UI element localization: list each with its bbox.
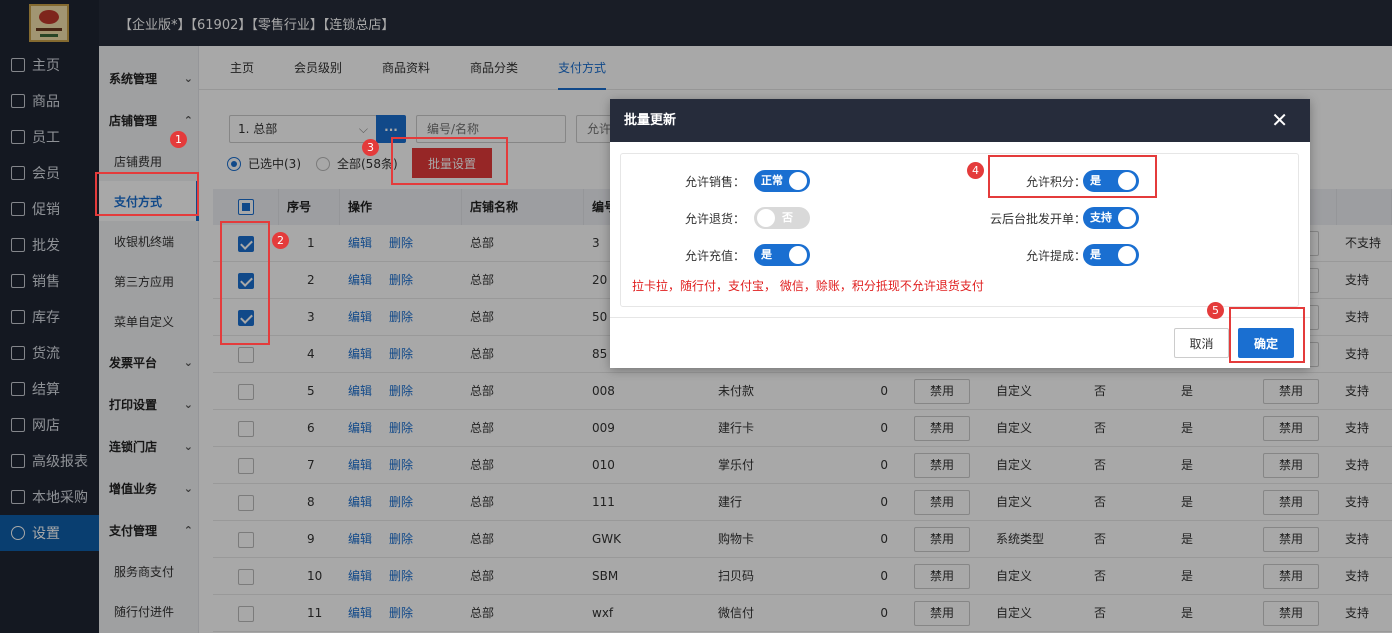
toggle-switch-2[interactable]: 否: [754, 207, 810, 229]
dialog-body: 允许销售： 正常 允许积分：是允许退货：否云后台批发开单： 支持 允许充值：是允许提成：…: [620, 153, 1299, 307]
cancel-button[interactable]: 取消: [1174, 328, 1229, 358]
field-label-5: 允许提成：: [1025, 249, 1086, 263]
toggle-switch-0[interactable]: 正常: [754, 170, 810, 192]
dialog-title: 批量更新: [624, 113, 677, 128]
close-icon[interactable]: ✕: [1271, 99, 1288, 142]
highlight-checked-rows: [220, 221, 270, 345]
field-label-2: 允许退货：: [684, 212, 745, 226]
field-label-3: 云后台批发开单：: [989, 212, 1086, 226]
toggle-switch-5[interactable]: 是: [1083, 244, 1139, 266]
field-label-4: 允许充值：: [684, 249, 745, 263]
toggle-value: 是: [761, 248, 772, 261]
toggle-value: 是: [1090, 248, 1101, 261]
annotation-badge-2: 2: [272, 232, 289, 249]
dialog-footer-divider: [610, 317, 1310, 318]
batch-update-dialog: 批量更新 ✕ 允许销售： 正常 允许积分：是允许退货：否云后台批发开单： 支持 允许充值：…: [610, 99, 1310, 368]
toggle-switch-4[interactable]: 是: [754, 244, 810, 266]
toggle-value: 否: [782, 211, 793, 224]
highlight-payment-method: [95, 172, 199, 216]
toggle-knob-icon: [1118, 246, 1136, 264]
annotation-badge-1: 1: [170, 131, 187, 148]
toggle-knob-icon: [789, 172, 807, 190]
toggle-switch-3[interactable]: 支持: [1083, 207, 1139, 229]
toggle-knob-icon: [789, 246, 807, 264]
highlight-allow-points: [988, 155, 1157, 198]
highlight-batch-button: [391, 137, 508, 185]
dialog-header: 批量更新 ✕: [610, 99, 1310, 142]
highlight-confirm-button: [1229, 307, 1305, 363]
annotation-badge-4: 4: [967, 162, 984, 179]
toggle-knob-icon: [757, 209, 775, 227]
toggle-value: 支持: [1090, 211, 1112, 224]
toggle-knob-icon: [1118, 209, 1136, 227]
annotation-badge-3: 3: [362, 139, 379, 156]
refund-warning-note: 拉卡拉，随行付，支付宝， 微信，赊账，积分抵现不允许退货支付: [632, 279, 984, 293]
toggle-value: 正常: [761, 174, 783, 187]
annotation-badge-5: 5: [1207, 302, 1224, 319]
field-label-0: 允许销售：: [684, 175, 745, 189]
